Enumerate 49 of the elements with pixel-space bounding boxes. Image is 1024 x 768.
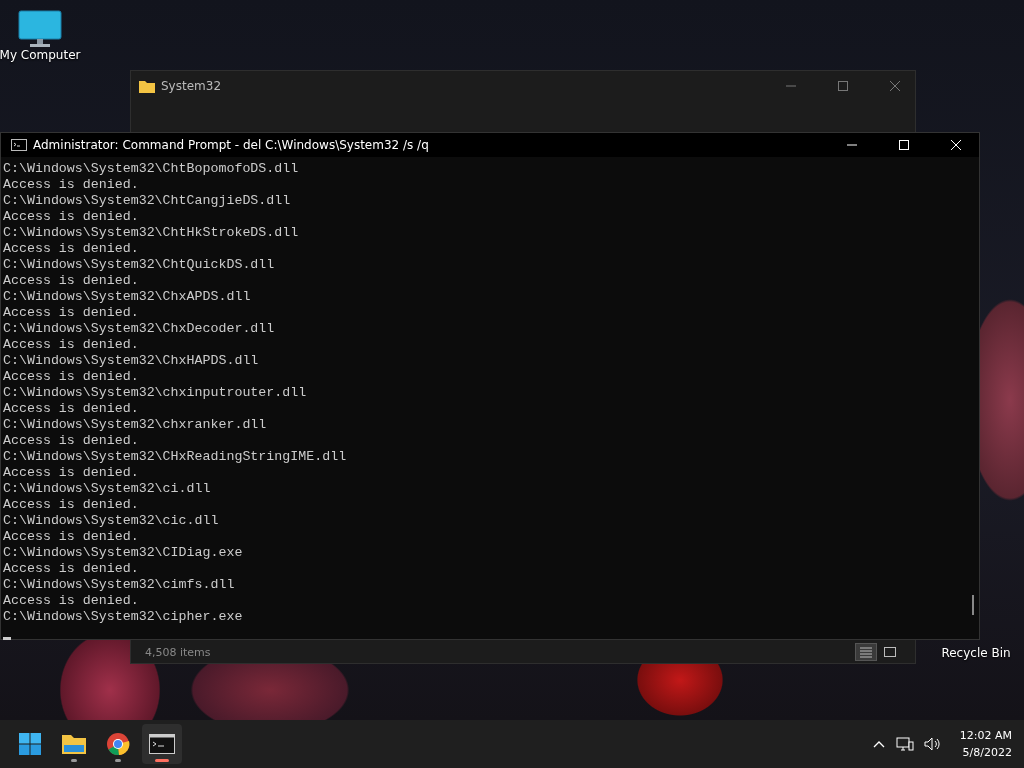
console-line: C:\Windows\System32\CIDiag.exe (3, 545, 243, 561)
console-line: C:\Windows\System32\cipher.exe (3, 609, 243, 625)
console-line: Access is denied. (3, 497, 139, 513)
taskbar-app[interactable] (142, 724, 182, 764)
console-line: C:\Windows\System32\chxinputrouter.dll (3, 385, 307, 401)
console-line: C:\Windows\System32\ChtQuickDS.dll (3, 257, 275, 273)
console-line: Access is denied. (3, 433, 139, 449)
console-line: Access is denied. (3, 273, 139, 289)
item-count: 4,508 items (145, 645, 211, 659)
volume-icon[interactable] (923, 736, 942, 752)
desktop-icon[interactable]: Recycle Bin (940, 646, 1012, 660)
console-line: C:\Windows\System32\cic.dll (3, 513, 219, 529)
console-line: Access is denied. (3, 401, 139, 417)
scrollbar-thumb[interactable] (972, 595, 974, 615)
console-line: C:\Windows\System32\ChtHkStrokeDS.dll (3, 225, 299, 241)
console-line: Access is denied. (3, 305, 139, 321)
network-icon[interactable] (895, 736, 914, 752)
desktop-icon[interactable]: My Computer (0, 10, 80, 62)
folder-icon (61, 733, 87, 755)
folder-icon (139, 79, 155, 93)
console-line: Access is denied. (3, 529, 139, 545)
console-line: Access is denied. (3, 177, 139, 193)
console-line: C:\Windows\System32\ChtCangjieDS.dll (3, 193, 291, 209)
console-line: C:\Windows\System32\ChxAPDS.dll (3, 289, 251, 305)
console-line: Access is denied. (3, 465, 139, 481)
console-line: C:\Windows\System32\cimfs.dll (3, 577, 235, 593)
close-icon[interactable] (889, 80, 901, 92)
console-line: C:\Windows\System32\chxranker.dll (3, 417, 267, 433)
console-line: Access is denied. (3, 561, 139, 577)
browser-icon (106, 732, 130, 756)
text-cursor (3, 637, 11, 640)
console-line: Access is denied. (3, 337, 139, 353)
console-line: C:\Windows\System32\ChxDecoder.dll (3, 321, 275, 337)
console-line: C:\Windows\System32\ChxHAPDS.dll (3, 353, 259, 369)
console-icon (11, 139, 27, 151)
console-line: Access is denied. (3, 593, 139, 609)
window-title: System32 (161, 79, 222, 93)
console-line: Access is denied. (3, 369, 139, 385)
clock[interactable]: 12:02 AM 5/8/2022 (959, 727, 1012, 761)
window-title: Administrator: Command Prompt - del C:\Windows\System32 /s /q (33, 138, 429, 152)
console-line: C:\Windows\System32\CHxReadingStringIME.dll (3, 449, 347, 465)
monitor-icon (18, 10, 62, 48)
console-line: C:\Windows\System32\ci.dll (3, 481, 211, 497)
console-line: Access is denied. (3, 241, 139, 257)
chevron-up-icon[interactable] (871, 739, 886, 749)
windows-logo-icon (18, 732, 42, 756)
console-line: Access is denied. (3, 209, 139, 225)
console-icon (149, 734, 175, 754)
console-line: C:\Windows\System32\ChtBopomofoDS.dll (3, 161, 299, 177)
